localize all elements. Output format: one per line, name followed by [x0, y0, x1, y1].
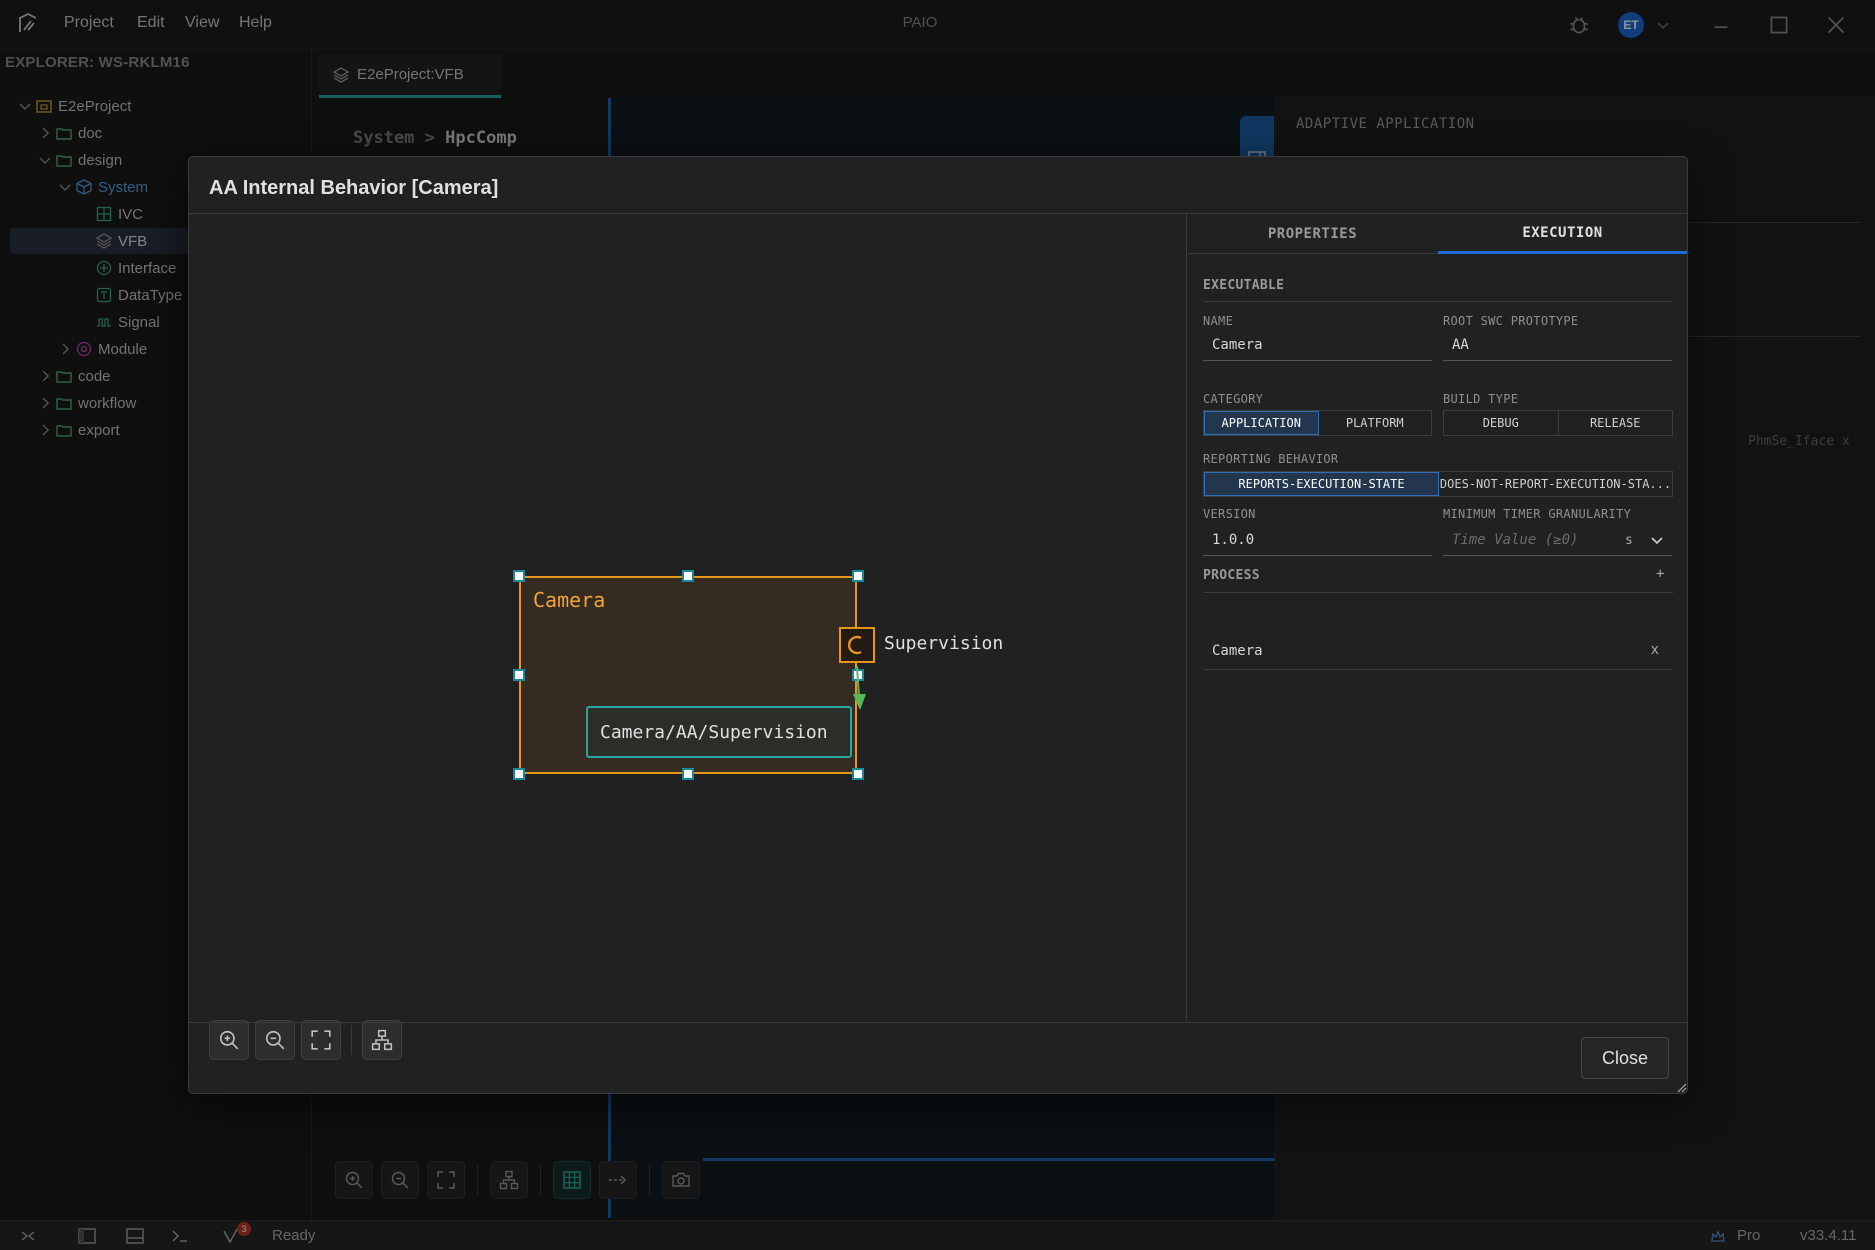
execution-panel: PROPERTIES EXECUTION EXECUTABLE NAME Cam… [1188, 214, 1687, 1022]
build-release-option[interactable]: RELEASE [1559, 411, 1673, 435]
category-selector: APPLICATION PLATFORM [1203, 410, 1432, 436]
hierarchy-icon [371, 1029, 393, 1051]
port-icon [848, 635, 862, 655]
add-process-button[interactable]: + [1656, 566, 1664, 582]
connector-arrow [853, 666, 866, 710]
supervision-port[interactable] [839, 627, 875, 663]
name-field[interactable]: Camera [1203, 329, 1432, 361]
auto-layout-button[interactable] [362, 1020, 402, 1060]
process-node[interactable]: Camera/AA/Supervision [586, 706, 852, 758]
diagram-toolbar [209, 1020, 402, 1060]
resize-grip-icon[interactable] [1677, 1083, 1687, 1093]
reporting-behavior-selector: REPORTS-EXECUTION-STATE DOES-NOT-REPORT-… [1203, 471, 1673, 497]
close-button[interactable]: Close [1581, 1037, 1669, 1079]
process-list-item[interactable]: Camera x [1203, 632, 1673, 670]
internal-behavior-dialog: AA Internal Behavior [Camera] Camera Cam… [188, 156, 1688, 1094]
timer-placeholder: Time Value (≥0) [1452, 531, 1579, 548]
build-type-selector: DEBUG RELEASE [1443, 410, 1673, 436]
zoom-in-button[interactable] [209, 1020, 249, 1060]
resize-handle-sw[interactable] [513, 768, 525, 780]
divider [189, 1022, 1687, 1023]
chevron-down-icon[interactable] [1650, 533, 1664, 547]
resize-handle-w[interactable] [513, 669, 525, 681]
tab-properties[interactable]: PROPERTIES [1188, 214, 1437, 254]
reporting-behavior-label: REPORTING BEHAVIOR [1203, 452, 1339, 466]
tab-execution[interactable]: EXECUTION [1438, 214, 1687, 254]
resize-handle-ne[interactable] [852, 570, 864, 582]
zoom-in-icon [219, 1030, 239, 1050]
resize-handle-n[interactable] [682, 570, 694, 582]
build-debug-option[interactable]: DEBUG [1444, 411, 1559, 435]
dialog-diagram-canvas[interactable]: Camera Camera/AA/Supervision Supervision [189, 214, 1187, 1060]
component-label: Camera [533, 588, 606, 612]
name-label: NAME [1203, 314, 1234, 328]
reports-execution-state-option[interactable]: REPORTS-EXECUTION-STATE [1204, 472, 1439, 496]
section-title-process: PROCESS [1203, 568, 1260, 583]
root-swc-label: ROOT SWC PROTOTYPE [1443, 314, 1579, 328]
dialog-title: AA Internal Behavior [Camera] [209, 177, 499, 199]
does-not-report-option[interactable]: DOES-NOT-REPORT-EXECUTION-STA... [1439, 472, 1672, 496]
section-title-executable: EXECUTABLE [1203, 278, 1285, 293]
resize-handle-nw[interactable] [513, 570, 525, 582]
version-label: VERSION [1203, 507, 1256, 521]
process-item-label: Camera [1212, 642, 1263, 659]
resize-handle-se[interactable] [852, 768, 864, 780]
fit-view-icon [311, 1030, 331, 1050]
category-label: CATEGORY [1203, 392, 1264, 406]
category-application-option[interactable]: APPLICATION [1204, 411, 1319, 435]
zoom-out-button[interactable] [255, 1020, 295, 1060]
build-type-label: BUILD TYPE [1443, 392, 1519, 406]
timer-unit[interactable]: s [1625, 533, 1633, 548]
resize-handle-s[interactable] [682, 768, 694, 780]
timer-granularity-field[interactable]: Time Value (≥0) [1443, 524, 1672, 556]
remove-process-button[interactable]: x [1651, 642, 1659, 658]
zoom-out-icon [265, 1030, 285, 1050]
root-swc-field[interactable]: AA [1443, 329, 1672, 361]
version-field[interactable]: 1.0.0 [1203, 524, 1432, 556]
toolbar-separator [351, 1025, 352, 1055]
category-platform-option[interactable]: PLATFORM [1319, 411, 1432, 435]
divider [1203, 301, 1673, 302]
fit-view-button[interactable] [301, 1020, 341, 1060]
port-label: Supervision [884, 633, 1004, 654]
timer-granularity-label: MINIMUM TIMER GRANULARITY [1443, 507, 1632, 521]
divider [1203, 592, 1673, 593]
